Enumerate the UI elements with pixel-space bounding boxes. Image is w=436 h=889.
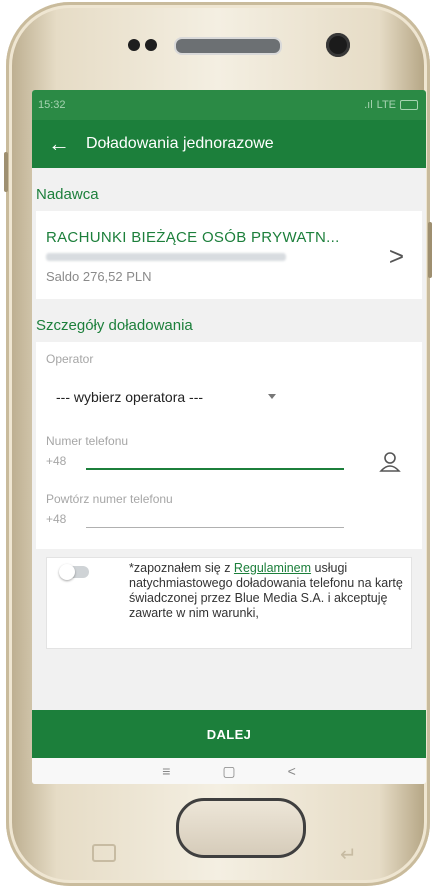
signal-icon: .ıl [364, 99, 373, 111]
account-name: RACHUNKI BIEŻĄCE OSÓB PRYWATN... [46, 229, 340, 246]
network-label: LTE [376, 99, 396, 111]
status-icons: .ıl LTE [364, 99, 418, 111]
consent-box: *zapoznałem się z Regulaminem usługi nat… [46, 557, 412, 649]
consent-text: *zapoznałem się z Regulaminem usługi nat… [129, 561, 403, 620]
front-camera [326, 33, 350, 57]
status-time: 15:32 [38, 99, 66, 111]
details-section-title: Szczegóły doładowania [36, 317, 193, 334]
status-bar: 15:32 .ıl LTE [32, 90, 426, 120]
phone-frame: 15:32 .ıl LTE ← Doładowania jednorazowe … [4, 2, 432, 886]
battery-icon [400, 100, 418, 110]
operator-select[interactable]: --- wybierz operatora --- [56, 389, 203, 405]
account-balance: Saldo 276,52 PLN [46, 269, 152, 284]
home-icon[interactable]: ▢ [222, 763, 235, 780]
operator-label: Operator [46, 352, 94, 366]
repeat-phone-prefix: +48 [46, 512, 67, 526]
app-bar: ← Doładowania jednorazowe [32, 120, 426, 168]
toggle-knob [59, 564, 75, 580]
sensor-dots [128, 38, 162, 56]
power-button [428, 222, 432, 278]
hardware-back-icon[interactable]: ↵ [340, 842, 357, 867]
page-title: Doładowania jednorazowe [86, 135, 274, 152]
regulations-link[interactable]: Regulaminem [234, 561, 311, 575]
volume-button [4, 152, 8, 192]
sensor-dot [145, 39, 157, 51]
next-button[interactable]: DALEJ [32, 710, 426, 758]
earpiece-speaker [174, 37, 282, 55]
phone-prefix: +48 [46, 454, 67, 468]
repeat-phone-input[interactable] [86, 527, 344, 528]
chevron-right-icon: > [388, 241, 404, 271]
screen: 15:32 .ıl LTE ← Doładowania jednorazowe … [32, 90, 426, 784]
contact-person-icon[interactable] [378, 450, 402, 474]
account-number-blurred [46, 253, 286, 261]
sender-section-title: Nadawca [36, 186, 99, 203]
phone-label: Numer telefonu [46, 434, 129, 448]
nav-back-icon[interactable]: < [288, 763, 296, 779]
phone-input[interactable] [86, 468, 344, 470]
caret-down-icon[interactable] [268, 394, 276, 399]
repeat-phone-label: Powtórz numer telefonu [46, 492, 173, 506]
sensor-dot [128, 39, 140, 51]
menu-icon[interactable]: ≡ [162, 763, 170, 779]
android-nav-bar: ≡ ▢ < [32, 758, 426, 784]
back-arrow-icon[interactable]: ← [32, 120, 86, 168]
sender-account-card[interactable]: RACHUNKI BIEŻĄCE OSÓB PRYWATN... Saldo 2… [36, 211, 422, 299]
consent-toggle[interactable] [59, 564, 89, 580]
hardware-recent-icon[interactable] [92, 844, 116, 862]
details-card: Operator --- wybierz operatora --- Numer… [36, 342, 422, 549]
hardware-home-button[interactable] [176, 798, 306, 858]
